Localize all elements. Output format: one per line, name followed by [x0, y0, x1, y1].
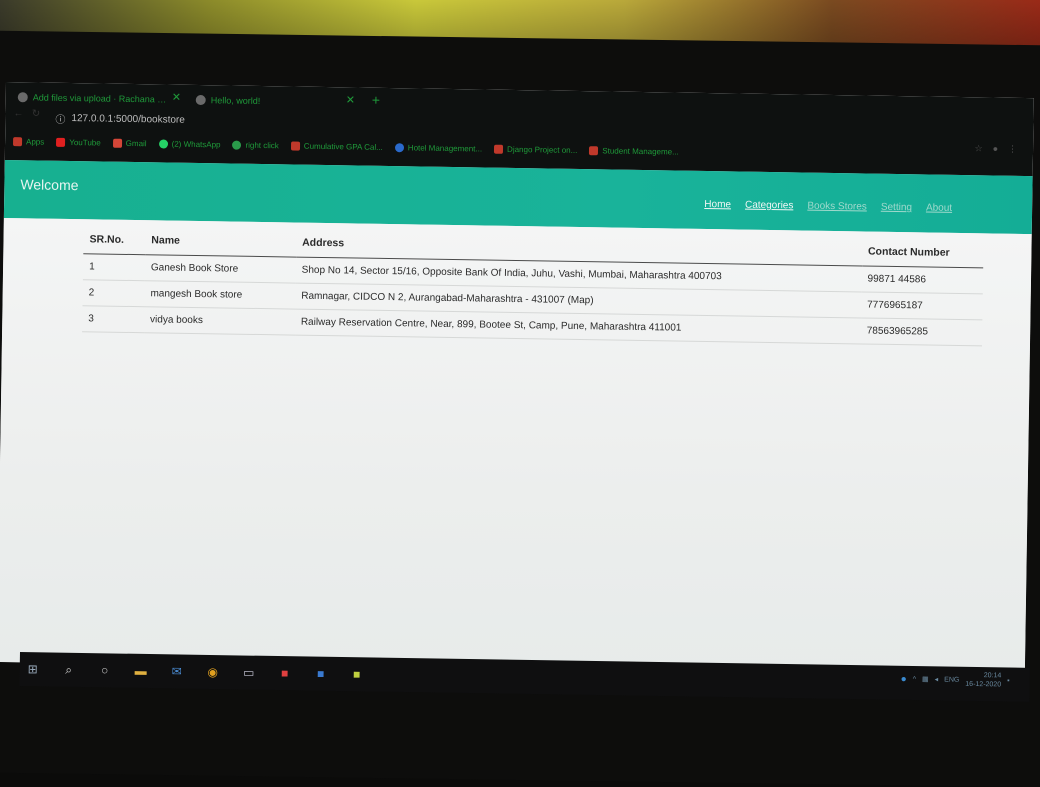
address-bar[interactable]: ⓘ 127.0.0.1:5000/bookstore	[55, 109, 185, 129]
column-header: SR.No.	[83, 227, 146, 255]
nav-link-home[interactable]: Home	[704, 199, 731, 210]
column-header: Name	[145, 228, 297, 258]
browser-tab-1[interactable]: Add files via upload · Rachana …	[17, 86, 167, 110]
github-icon	[17, 92, 28, 103]
chrome-icon[interactable]: ◉	[200, 659, 226, 685]
bookmark-right-click[interactable]: right click	[232, 140, 279, 150]
gmail-icon	[112, 138, 122, 148]
new-tab-button[interactable]: +	[372, 92, 380, 108]
tab-label: Hello, world!	[210, 95, 261, 106]
nav-link-about[interactable]: About	[926, 202, 952, 213]
browser-tab-2[interactable]: Hello, world!	[195, 89, 261, 112]
cell-contact: 7776965187	[860, 291, 983, 320]
apps-icon	[13, 136, 23, 146]
bookmark-label: Django Project on...	[507, 144, 578, 155]
task-view-icon[interactable]: ○	[92, 657, 118, 683]
brand-title[interactable]: Welcome	[20, 176, 78, 193]
cell-name: Ganesh Book Store	[144, 254, 296, 284]
chevron-up-icon[interactable]: ^	[913, 676, 916, 683]
monitor-screen: Add files via upload · Rachana … ✕ Hello…	[0, 82, 1034, 679]
reload-icon[interactable]: ↻	[32, 108, 41, 119]
globe-icon	[232, 140, 242, 150]
menu-icon[interactable]: ⋮	[1008, 144, 1017, 155]
bookmark-hotel[interactable]: Hotel Management...	[394, 142, 483, 153]
bookmark-label: Hotel Management...	[407, 142, 483, 153]
bookstore-table: SR.No. Name Address Contact Number 1 Gan…	[82, 227, 984, 346]
bookmark-django[interactable]: Django Project on...	[494, 144, 577, 154]
bookmark-label: Gmail	[125, 138, 147, 148]
globe-icon	[195, 94, 206, 106]
cell-contact: 78563965285	[860, 317, 983, 346]
cell-contact: 99871 44586	[861, 265, 984, 294]
windows-start-icon[interactable]: ⊞	[20, 656, 46, 682]
bookmark-student[interactable]: Student Manageme...	[589, 145, 679, 157]
bookmark-whatsapp[interactable]: (2) WhatsApp	[158, 138, 221, 149]
tray-language[interactable]: ENG	[944, 676, 959, 683]
bookmark-youtube[interactable]: YouTube	[56, 137, 101, 147]
bookmark-label: right click	[245, 140, 279, 150]
bookmark-label: Cumulative GPA Cal...	[303, 141, 383, 152]
clock-date: 16-12-2020	[965, 680, 1002, 689]
cell-srno: 3	[82, 305, 145, 333]
system-tray: ● ^ ▦ ◂ ENG 20:14 16-12-2020 ▪	[901, 670, 1010, 690]
bookmark-apps[interactable]: Apps	[13, 136, 45, 147]
bookmark-label: YouTube	[69, 137, 101, 147]
bookmark-gpa[interactable]: Cumulative GPA Cal...	[290, 140, 383, 152]
bookmark-gmail[interactable]: Gmail	[112, 138, 147, 148]
nav-menu: Home Categories Books Stores Setting Abo…	[704, 199, 952, 214]
help-icon[interactable]: ●	[901, 673, 907, 684]
youtube-icon	[56, 137, 66, 147]
cell-srno: 1	[82, 253, 146, 281]
column-header: Contact Number	[861, 239, 984, 268]
search-icon[interactable]: ⌕	[56, 657, 82, 683]
pycharm-icon[interactable]: ■	[343, 661, 369, 687]
star-icon[interactable]: ☆	[974, 143, 982, 154]
info-icon: ⓘ	[55, 114, 66, 126]
site-icon	[494, 144, 504, 154]
clock[interactable]: 20:14 16-12-2020	[965, 671, 1001, 690]
file-explorer-icon[interactable]: ▬	[128, 658, 154, 684]
bookmark-label: (2) WhatsApp	[171, 139, 221, 149]
url-text: 127.0.0.1:5000/bookstore	[71, 112, 185, 126]
site-icon	[394, 142, 404, 152]
close-icon[interactable]: ✕	[346, 93, 355, 106]
cell-name: vidya books	[143, 306, 296, 336]
cell-srno: 2	[82, 279, 145, 307]
whatsapp-icon	[158, 138, 168, 149]
mail-icon[interactable]: ✉	[164, 658, 190, 684]
nav-link-setting[interactable]: Setting	[881, 202, 912, 213]
cell-name: mangesh Book store	[144, 280, 296, 310]
tab-label: Add files via upload · Rachana …	[32, 92, 167, 105]
back-icon[interactable]: ←	[13, 108, 23, 119]
bookmarks-bar: Apps YouTube Gmail (2) WhatsApp right cl…	[13, 132, 679, 160]
site-icon	[589, 145, 599, 155]
app-icon[interactable]: ▭	[236, 659, 262, 685]
volume-icon[interactable]: ◂	[935, 675, 939, 683]
toolbar-icons: ☆ ● ⋮	[974, 143, 1017, 155]
bookmark-label: Student Manageme...	[602, 145, 679, 157]
nav-link-categories[interactable]: Categories	[745, 200, 794, 212]
bookmark-label: Apps	[25, 136, 45, 147]
nav-link-books-stores[interactable]: Books Stores	[807, 201, 867, 213]
network-icon[interactable]: ▦	[922, 675, 929, 683]
notification-icon[interactable]: ▪	[1007, 677, 1010, 684]
vscode-icon[interactable]: ■	[307, 661, 333, 687]
aplus-icon	[290, 140, 300, 151]
main-content: SR.No. Name Address Contact Number 1 Gan…	[0, 217, 1032, 679]
close-icon[interactable]: ✕	[172, 91, 181, 104]
profile-icon[interactable]: ●	[993, 144, 999, 155]
nav-buttons: ← ↻	[13, 108, 40, 119]
xampp-icon[interactable]: ■	[271, 660, 297, 686]
